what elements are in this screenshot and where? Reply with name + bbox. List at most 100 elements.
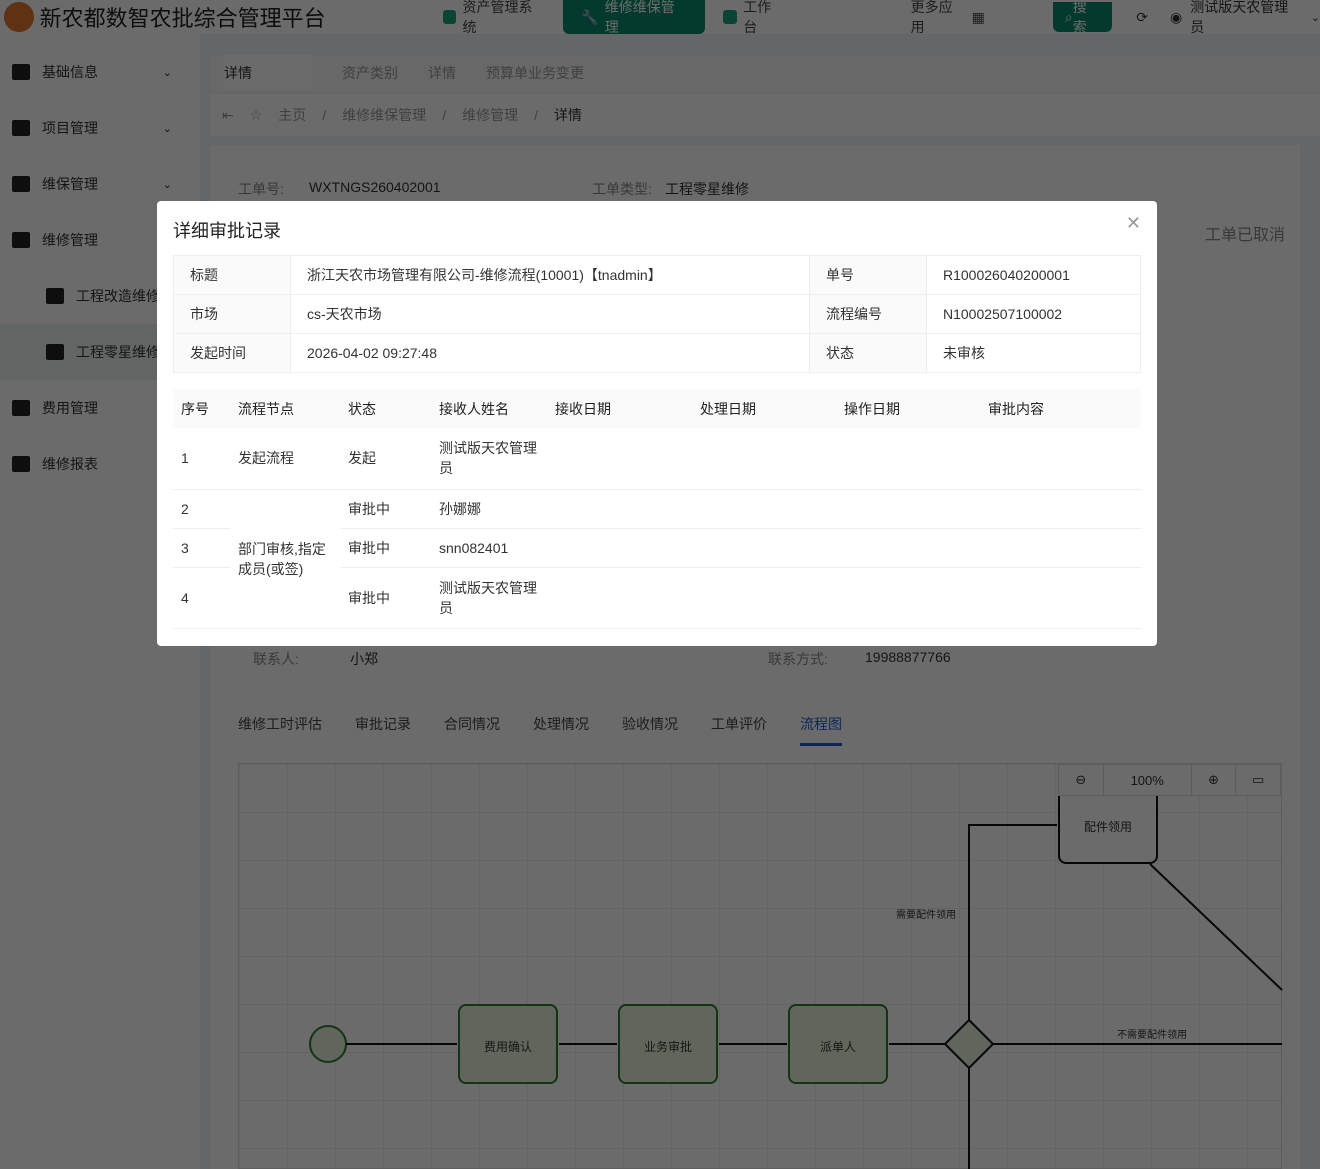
task-dispatcher[interactable]: 派单人 [788, 1004, 888, 1084]
cell: 4 [173, 567, 230, 629]
grid-icon: ▦ [971, 8, 985, 25]
records-table: 序号 流程节点 状态 接收人姓名 接收日期 处理日期 操作日期 审批内容 1 发起… [173, 389, 1141, 629]
label: 工程零星维修 [76, 344, 160, 360]
task-label: 派单人 [819, 1040, 856, 1054]
close-icon[interactable]: ✕ [1126, 213, 1141, 234]
task-parts[interactable]: 配件领用 [1058, 784, 1158, 864]
tab-handling[interactable]: 处理情况 [533, 714, 589, 746]
col-header: 接收日期 [547, 389, 692, 428]
col-header: 流程节点 [230, 389, 340, 428]
cell: 1 [173, 428, 230, 490]
tab-evaluation[interactable]: 工单评价 [711, 714, 767, 746]
wrench-icon: 🔧 [581, 8, 599, 25]
zoom-out-icon[interactable]: ⊖ [1059, 765, 1104, 795]
edge-label: 不需要配件领用 [1117, 1030, 1187, 1041]
zoom-in-icon[interactable]: ⊕ [1192, 765, 1237, 795]
doc-icon [12, 120, 30, 136]
order-status: 工单已取消 [1205, 227, 1286, 244]
order-no-label: 工单号: [238, 181, 284, 197]
tab-detail[interactable]: 详情 [224, 55, 312, 91]
top-header: 新农都数智农批综合管理平台 资产管理系统 🔧 维修维保管理 工作台 更多应用 ▦ ⌕… [0, 0, 1320, 37]
col-header: 接收人姓名 [431, 389, 547, 428]
phone: 19988877766 [865, 649, 951, 665]
contact: 小郑 [350, 651, 378, 667]
breadcrumb: ⇤ ☆ 主页 / 维修维保管理 / 维修管理 / 详情 [210, 94, 1320, 136]
cell: 发起 [340, 428, 431, 490]
more-apps[interactable]: 更多应用 ▦ [893, 0, 1003, 35]
building-icon [46, 288, 64, 304]
label: 市场 [173, 294, 291, 334]
search-button[interactable]: ⌕ 搜索 [1052, 0, 1113, 35]
label: 费用管理 [42, 400, 98, 416]
wrench-icon [46, 344, 64, 360]
cell: 测试版天农管理员 [431, 428, 547, 490]
sidebar-item-basic[interactable]: 基础信息 ⌄ [0, 44, 200, 100]
zoom-controls: ⊖ 100% ⊕ ▭ [1058, 764, 1282, 796]
money-icon [12, 400, 30, 416]
cell: 部门审核,指定成员(或签) [230, 489, 340, 629]
more-label: 更多应用 [910, 0, 953, 35]
crumb-home[interactable]: 主页 [278, 105, 306, 125]
label: 流程编号 [808, 294, 927, 334]
crumb-current: 详情 [553, 107, 582, 123]
cell: 测试版天农管理员 [431, 567, 547, 629]
col-header: 处理日期 [692, 389, 836, 428]
value: 2026-04-02 09:27:48 [290, 333, 810, 373]
user-icon: ◉ [1170, 8, 1183, 25]
label: 发起时间 [173, 333, 291, 373]
col-header: 状态 [340, 389, 431, 428]
nav-label: 维修维保管理 [604, 0, 675, 35]
cell: 审批中 [340, 528, 431, 568]
edge-label: 需要配件领用 [896, 910, 956, 921]
contact-label: 联系人: [253, 651, 299, 667]
tab-flowchart[interactable]: 流程图 [800, 714, 842, 746]
desk-icon [723, 10, 738, 24]
chevron-down-icon: ⌄ [162, 122, 172, 135]
refresh-icon[interactable]: ⟳ [1136, 9, 1148, 26]
tab-asset-category[interactable]: 资产类别 [342, 63, 398, 83]
col-header: 操作日期 [836, 389, 980, 428]
tab-contract[interactable]: 合同情况 [444, 714, 500, 746]
tab-approval[interactable]: 审批记录 [355, 714, 411, 746]
crumb-repair[interactable]: 维修管理 [462, 105, 518, 125]
order-no: WXTNGS260402001 [309, 179, 441, 195]
nav-label: 资产管理系统 [462, 0, 533, 35]
search-label: 搜索 [1072, 0, 1087, 35]
logo-icon [4, 2, 34, 32]
nav-asset[interactable]: 资产管理系统 [425, 0, 564, 35]
task-business-approval[interactable]: 业务审批 [618, 1004, 718, 1084]
user-name[interactable]: 测试版天农管理员 [1190, 0, 1301, 37]
col-header: 序号 [173, 389, 230, 428]
nav-maintenance[interactable]: 🔧 维修维保管理 [563, 0, 706, 35]
chevron-down-icon[interactable]: ⌄ [1311, 11, 1320, 24]
page-tabs: 详情 资产类别 详情 预算单业务变更 [210, 55, 1320, 91]
tab-budget-change[interactable]: 预算单业务变更 [486, 63, 584, 83]
order-type: 工程零星维修 [665, 181, 749, 197]
cell: 2 [173, 489, 230, 529]
crumb-maint[interactable]: 维修维保管理 [342, 105, 426, 125]
cell: 审批中 [340, 489, 431, 529]
gear-icon [12, 456, 30, 472]
collapse-icon[interactable]: ⇤ [222, 107, 234, 124]
label: 维保管理 [42, 176, 98, 192]
tab-hours[interactable]: 维修工时评估 [238, 714, 322, 746]
task-label: 配件领用 [1083, 820, 1132, 834]
nav-workbench[interactable]: 工作台 [705, 0, 802, 35]
label: 维修报表 [42, 456, 98, 472]
value: N10002507100002 [925, 294, 1142, 334]
sidebar-item-project[interactable]: 项目管理 ⌄ [0, 100, 200, 156]
info-table: 标题 浙江天农市场管理有限公司-维修流程(10001)【tnadmin】 单号 R10… [173, 255, 1142, 373]
fit-icon[interactable]: ▭ [1236, 765, 1281, 795]
col-header: 审批内容 [980, 389, 1141, 428]
search-icon: ⌕ [1064, 8, 1073, 25]
tab-acceptance[interactable]: 验收情况 [622, 714, 678, 746]
label: 标题 [173, 255, 291, 295]
cell: 发起流程 [230, 428, 340, 490]
label: 基础信息 [42, 64, 98, 80]
tools-icon [12, 176, 30, 192]
star-icon[interactable]: ☆ [250, 107, 263, 124]
tab-detail-2[interactable]: 详情 [428, 63, 456, 83]
task-cost-confirm[interactable]: 费用确认 [458, 1004, 558, 1084]
section-tabs: 维修工时评估 审批记录 合同情况 处理情况 验收情况 工单评价 流程图 [238, 714, 842, 746]
zoom-level: 100% [1104, 765, 1192, 795]
